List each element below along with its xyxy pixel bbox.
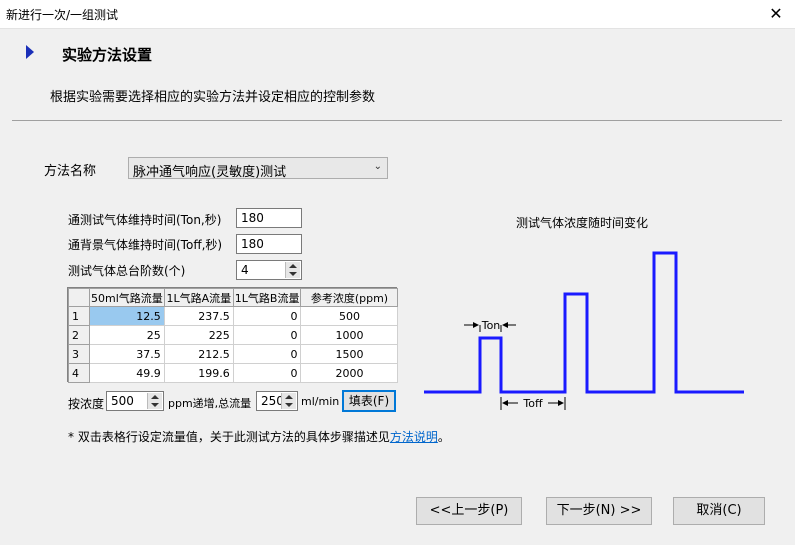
spin-buttons-icon[interactable]	[281, 393, 296, 409]
toff-input[interactable]: 180	[236, 234, 302, 254]
ton-arrowhead-left	[473, 322, 479, 328]
table-header: 1L气路B流量	[232, 288, 302, 307]
table-header: 参考浓度(ppm)	[300, 288, 399, 307]
toff-label: Toff	[522, 397, 543, 410]
table-cell[interactable]: 1500	[300, 344, 399, 364]
table-cell[interactable]: 237.5	[163, 306, 234, 326]
method-select[interactable]: 脉冲通气响应(灵敏度)测试 ⌄	[128, 157, 388, 180]
table-cell[interactable]: 12.5	[89, 306, 165, 326]
note-text: * 双击表格行设定流量值，关于此测试方法的具体步骤描述见	[68, 430, 390, 444]
instruction-note: * 双击表格行设定流量值，关于此测试方法的具体步骤描述见方法说明。	[68, 428, 450, 445]
cancel-button[interactable]: 取消(C)	[673, 497, 765, 525]
table-cell[interactable]: 225	[163, 325, 234, 345]
method-help-link[interactable]: 方法说明	[390, 430, 438, 444]
pulse-chart-title: 测试气体浓度随时间变化	[516, 216, 649, 230]
page-subtitle: 根据实验需要选择相应的实验方法并设定相应的控制参数	[50, 90, 376, 105]
table-cell[interactable]: 2000	[300, 363, 399, 383]
divider	[12, 120, 782, 121]
close-icon[interactable]: ✕	[757, 0, 795, 28]
table-row[interactable]: 2 25 225 0 1000	[68, 325, 399, 345]
row-header: 2	[68, 325, 90, 345]
ton-input[interactable]: 180	[236, 208, 302, 228]
page-title: 实验方法设置	[62, 46, 153, 64]
window-title: 新进行一次/一组测试	[6, 8, 119, 22]
steps-stepper[interactable]: 4	[236, 260, 302, 280]
toff-arrowhead-right	[558, 400, 564, 406]
title-bar: 新进行一次/一组测试 ✕	[0, 0, 795, 29]
fill-table-button[interactable]: 填表(F)	[342, 390, 396, 412]
table-cell[interactable]: 199.6	[163, 363, 234, 383]
table-cell[interactable]: 0	[232, 363, 302, 383]
method-select-value: 脉冲通气响应(灵敏度)测试	[133, 165, 287, 180]
steps-value: 4	[241, 263, 249, 277]
prev-step-button[interactable]: <<上一步(P)	[416, 497, 522, 525]
row-header: 4	[68, 363, 90, 383]
ton-label: Ton	[481, 319, 501, 332]
table-cell[interactable]: 0	[232, 306, 302, 326]
ton-label: 通测试气体维持时间(Ton,秒)	[68, 213, 222, 227]
ton-arrowhead-right	[502, 322, 508, 328]
table-cell[interactable]: 1000	[300, 325, 399, 345]
spin-buttons-icon[interactable]	[285, 262, 300, 278]
flow-table[interactable]: 50ml气路流量 1L气路A流量 1L气路B流量 参考浓度(ppm) 1 12.…	[68, 288, 399, 383]
chevron-down-icon: ⌄	[373, 161, 382, 172]
table-cell[interactable]: 500	[300, 306, 399, 326]
table-header: 50ml气路流量	[89, 288, 165, 307]
table-header-corner	[68, 288, 90, 307]
next-step-button[interactable]: 下一步(N) >>	[546, 497, 652, 525]
table-cell[interactable]: 49.9	[89, 363, 165, 383]
row-header: 1	[68, 306, 90, 326]
table-cell[interactable]: 0	[232, 344, 302, 364]
table-cell[interactable]: 0	[232, 325, 302, 345]
flow-unit-label: ml/min	[301, 395, 340, 408]
step-concentration-value: 500	[111, 394, 134, 408]
steps-label: 测试气体总台阶数(个)	[68, 264, 186, 278]
row-header: 3	[68, 344, 90, 364]
toff-arrowhead-left	[502, 400, 508, 406]
fill-middle-label: ppm递增,总流量	[168, 397, 252, 410]
arrow-right-icon	[26, 45, 34, 59]
table-row[interactable]: 3 37.5 212.5 0 1500	[68, 344, 399, 364]
table-header-row: 50ml气路流量 1L气路A流量 1L气路B流量 参考浓度(ppm)	[68, 288, 399, 307]
table-cell[interactable]: 212.5	[163, 344, 234, 364]
method-label: 方法名称	[44, 164, 97, 179]
toff-label: 通背景气体维持时间(Toff,秒)	[68, 238, 223, 252]
table-cell[interactable]: 37.5	[89, 344, 165, 364]
note-tail: 。	[437, 430, 450, 444]
pulse-diagram: Ton Toff	[424, 251, 744, 410]
table-row[interactable]: 4 49.9 199.6 0 2000	[68, 363, 399, 383]
spin-buttons-icon[interactable]	[147, 393, 162, 409]
pulse-waveform	[424, 251, 744, 394]
table-cell[interactable]: 25	[89, 325, 165, 345]
total-flow-stepper[interactable]: 250	[256, 391, 298, 411]
table-header: 1L气路A流量	[163, 288, 234, 307]
table-row[interactable]: 1 12.5 237.5 0 500	[68, 306, 399, 326]
fill-prefix-label: 按浓度	[68, 397, 105, 411]
step-concentration-stepper[interactable]: 500	[106, 391, 164, 411]
